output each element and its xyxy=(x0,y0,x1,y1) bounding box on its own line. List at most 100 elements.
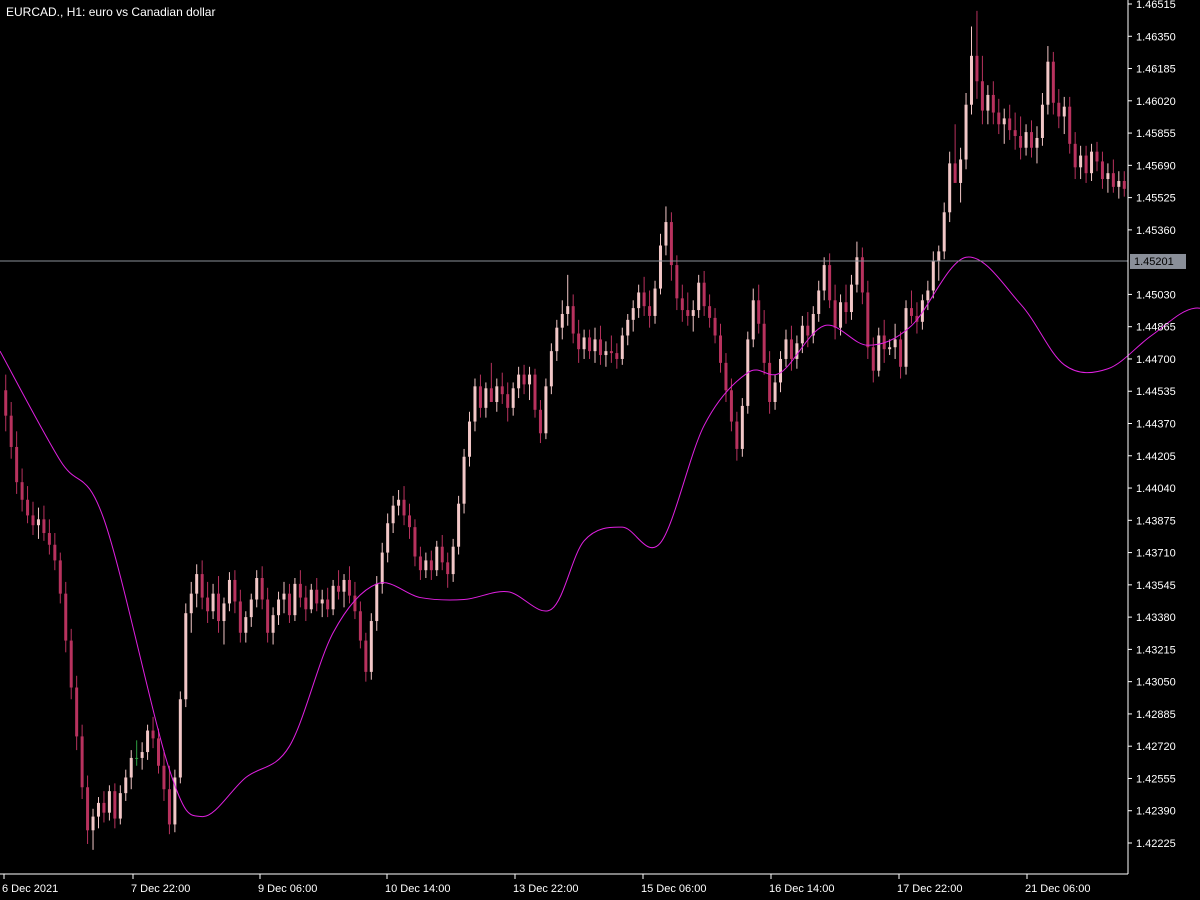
candle-body xyxy=(598,339,602,356)
candle-body xyxy=(358,611,362,641)
candle-body xyxy=(729,390,733,422)
candle-body xyxy=(64,593,68,641)
price-tick-label: 1.43050 xyxy=(1136,677,1176,689)
candle-body xyxy=(47,533,51,545)
candle-body xyxy=(893,339,897,348)
candle-body xyxy=(784,339,788,359)
candle-body xyxy=(566,306,570,314)
candle-body xyxy=(162,765,166,790)
candle-body xyxy=(397,499,401,506)
candle-body xyxy=(751,300,755,340)
time-tick-label: 13 Dec 22:00 xyxy=(513,883,578,895)
instrument-description: euro vs Canadian dollar xyxy=(89,5,216,19)
candle-body xyxy=(817,290,821,314)
candle-body xyxy=(282,593,286,600)
candle-body xyxy=(860,257,864,293)
candle-body xyxy=(931,261,935,291)
candle-body xyxy=(926,290,930,301)
candle-body xyxy=(233,579,237,602)
candle-body xyxy=(189,593,193,614)
price-tick-label: 1.46350 xyxy=(1136,31,1176,43)
candle-body xyxy=(1079,155,1083,168)
candle-body xyxy=(904,308,908,367)
candle-body xyxy=(991,94,995,113)
price-tick-label: 1.43380 xyxy=(1136,612,1176,624)
candle-body xyxy=(888,347,892,350)
price-tick-label: 1.42885 xyxy=(1136,709,1176,721)
candle-body xyxy=(227,579,231,604)
price-tick-label: 1.44535 xyxy=(1136,386,1176,398)
candle-body xyxy=(86,787,90,831)
candle-body xyxy=(1013,130,1017,137)
candle-body xyxy=(1019,136,1023,148)
price-tick-label: 1.43710 xyxy=(1136,548,1176,560)
candle-body xyxy=(560,313,564,328)
price-tick-label: 1.44700 xyxy=(1136,354,1176,366)
candle-body xyxy=(347,579,351,596)
candle-body xyxy=(320,599,324,604)
price-tick-label: 1.45855 xyxy=(1136,128,1176,140)
candle-body xyxy=(708,306,712,318)
candle-body xyxy=(451,546,455,575)
candle-body xyxy=(249,599,253,618)
candle-body xyxy=(1073,143,1077,168)
candle-body xyxy=(964,104,968,160)
candle-body xyxy=(724,362,728,391)
candle-body xyxy=(691,310,695,316)
timeframe-label: H1: xyxy=(67,5,86,19)
candle-body xyxy=(806,325,810,336)
candle-body xyxy=(364,640,368,672)
candle-body xyxy=(1030,132,1034,148)
candle-body xyxy=(538,409,542,434)
candle-body xyxy=(113,791,117,819)
candle-body xyxy=(440,546,444,563)
candle-body xyxy=(375,583,379,622)
candle-body xyxy=(768,362,772,402)
candle-body xyxy=(577,333,581,350)
candle-body xyxy=(484,388,488,408)
time-tick-label: 21 Dec 06:00 xyxy=(1025,883,1090,895)
candle-body xyxy=(1090,151,1094,174)
candle-body xyxy=(871,347,875,371)
time-tick-label: 10 Dec 14:00 xyxy=(385,883,450,895)
candle-body xyxy=(277,599,281,616)
time-tick-label: 6 Dec 2021 xyxy=(2,883,58,895)
candle-body xyxy=(899,339,903,367)
candle-body xyxy=(489,388,493,402)
candle-body xyxy=(337,585,341,592)
candle-body xyxy=(1062,106,1066,117)
candle-body xyxy=(260,578,264,600)
time-tick-label: 9 Dec 06:00 xyxy=(258,883,317,895)
candle xyxy=(184,603,188,708)
candle-body xyxy=(391,505,395,524)
candle-body xyxy=(309,589,313,610)
bid-price-label-text: 1.45201 xyxy=(1134,256,1174,268)
candle-body xyxy=(287,593,291,616)
candle xyxy=(740,398,744,457)
candle-body xyxy=(129,757,133,778)
candle-body xyxy=(789,339,793,359)
candle-body xyxy=(4,390,8,416)
candle-body xyxy=(91,816,95,831)
candle-body xyxy=(642,292,646,307)
candle-body xyxy=(369,621,373,672)
time-tick-label: 17 Dec 22:00 xyxy=(897,883,962,895)
candle-body xyxy=(178,699,182,778)
price-tick-label: 1.45360 xyxy=(1136,225,1176,237)
candle-body xyxy=(326,599,330,610)
candle-body xyxy=(571,306,575,334)
candle-body xyxy=(1040,104,1044,138)
candle-body xyxy=(107,791,111,813)
candle-body xyxy=(435,546,439,571)
candle-body xyxy=(511,388,515,408)
candle-body xyxy=(96,802,100,817)
candle-body xyxy=(331,585,335,610)
candle-body xyxy=(15,446,19,483)
chart-canvas: 1.46515 1.46350 1.46185 1.46020 1.45855 1.456… xyxy=(0,0,1200,900)
candle-body xyxy=(604,351,608,356)
candle-body xyxy=(217,593,221,622)
candle-body xyxy=(1111,173,1115,187)
candle-body xyxy=(1117,180,1121,187)
candle-body xyxy=(615,353,619,359)
candle-body xyxy=(135,757,139,759)
